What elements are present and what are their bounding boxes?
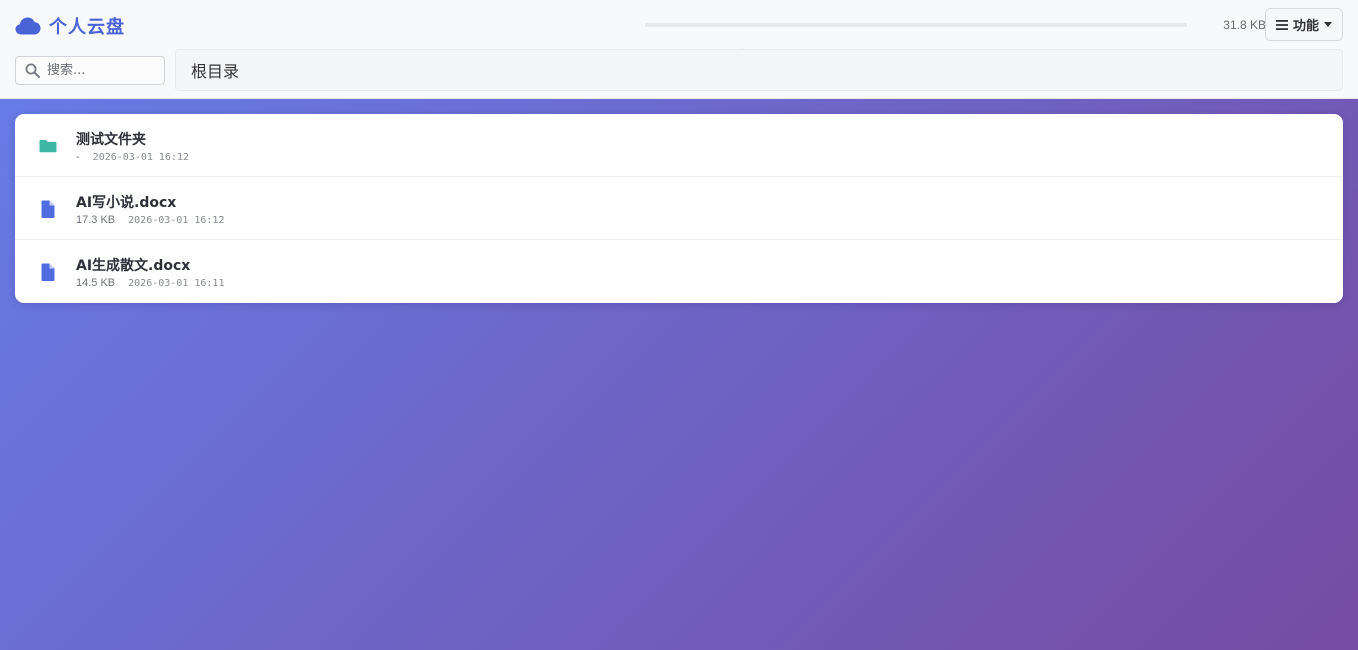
- search-icon: [25, 63, 40, 78]
- document-icon: [39, 262, 57, 282]
- function-menu-button[interactable]: 功能: [1265, 8, 1343, 41]
- file-meta: 14.5 KB 2026-03-01 16:11: [76, 277, 224, 289]
- file-name: AI生成散文.docx: [76, 258, 191, 274]
- file-size: 14.5 KB: [76, 277, 116, 289]
- document-icon: [39, 199, 57, 219]
- search-input[interactable]: [47, 63, 147, 78]
- function-menu-label: 功能: [1292, 18, 1319, 33]
- menu-icon: [1275, 19, 1288, 30]
- storage-progress-bar: [645, 23, 1187, 27]
- file-row-folder[interactable]: 测试文件夹 - 2026-03-01 16:12: [15, 114, 1343, 177]
- storage-used-label: 31.8 KB: [1223, 18, 1266, 32]
- breadcrumb: 根目录: [175, 49, 1343, 91]
- cloud-icon: [15, 17, 41, 35]
- top-bar: 个人云盘 YYDS源码网 31.8 KB 功能 根目录: [0, 0, 1358, 99]
- search-box[interactable]: [15, 56, 165, 85]
- file-modified-time: 2026-03-01 16:11: [128, 277, 225, 289]
- chevron-down-icon: [1324, 22, 1332, 27]
- brand[interactable]: 个人云盘: [15, 14, 125, 38]
- file-list: 测试文件夹 - 2026-03-01 16:12 AI写小说.docx 17.3…: [15, 114, 1343, 303]
- file-row-document[interactable]: AI生成散文.docx 14.5 KB 2026-03-01 16:11: [15, 240, 1343, 303]
- file-modified-time: 2026-03-01 16:12: [128, 214, 225, 226]
- file-name: 测试文件夹: [76, 132, 146, 148]
- breadcrumb-root[interactable]: 根目录: [191, 58, 239, 82]
- file-size: -: [76, 151, 80, 163]
- file-meta: 17.3 KB 2026-03-01 16:12: [76, 214, 224, 226]
- file-name: AI写小说.docx: [76, 195, 177, 211]
- file-modified-time: 2026-03-01 16:12: [92, 151, 189, 163]
- file-meta: - 2026-03-01 16:12: [76, 151, 189, 163]
- folder-icon: [39, 136, 57, 156]
- app-title: 个人云盘: [49, 17, 125, 38]
- file-size: 17.3 KB: [76, 214, 116, 226]
- file-row-document[interactable]: AI写小说.docx 17.3 KB 2026-03-01 16:12: [15, 177, 1343, 240]
